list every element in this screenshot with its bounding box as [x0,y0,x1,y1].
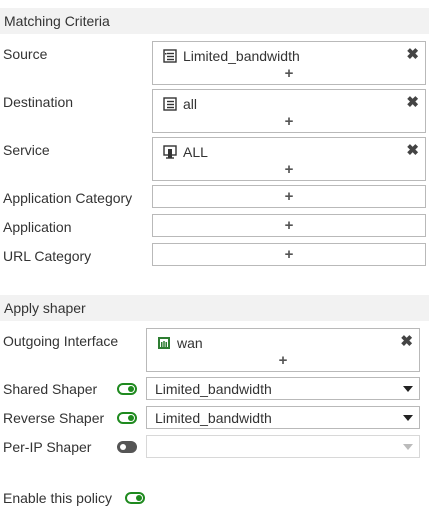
matching-criteria-header: Matching Criteria [0,8,429,34]
toggle-knob [120,444,126,450]
application-category-label: Application Category [3,190,133,206]
destination-field[interactable]: all ✖ + [152,89,426,133]
address-icon [163,97,177,111]
outgoing-interface-entry-label: wan [177,335,203,351]
application-label: Application [3,219,72,235]
add-destination-button[interactable]: + [153,114,425,129]
service-label: Service [3,142,50,158]
destination-entry: all [163,96,197,112]
add-outgoing-interface-button[interactable]: + [147,353,419,368]
service-entry: ALL [163,144,208,160]
enable-policy-toggle[interactable] [125,492,145,504]
url-category-field[interactable]: + [152,243,426,266]
enable-policy-label: Enable this policy [3,490,112,506]
add-source-button[interactable]: + [153,66,425,81]
application-field[interactable]: + [152,214,426,237]
service-field[interactable]: ALL ✖ + [152,137,426,181]
add-service-button[interactable]: + [153,162,425,177]
source-entry: Limited_bandwidth [163,48,300,64]
source-label: Source [3,46,48,62]
remove-source-icon[interactable]: ✖ [406,47,419,63]
add-url-category-button[interactable]: + [153,247,425,262]
url-category-label: URL Category [3,248,92,264]
outgoing-interface-label: Outgoing Interface [3,333,119,349]
apply-shaper-header: Apply shaper [0,295,429,321]
destination-label: Destination [3,94,74,110]
per-ip-shaper-select [146,435,420,458]
service-entry-label: ALL [183,144,208,160]
reverse-shaper-select[interactable]: Limited_bandwidth [146,406,420,429]
source-entry-label: Limited_bandwidth [183,48,300,64]
application-category-field[interactable]: + [152,185,426,208]
chevron-down-icon [403,386,413,392]
reverse-shaper-toggle[interactable] [117,412,137,424]
chevron-down-icon [403,444,413,450]
reverse-shaper-label: Reverse Shaper [3,410,105,426]
interface-icon [158,337,170,349]
remove-destination-icon[interactable]: ✖ [406,95,419,111]
remove-outgoing-interface-icon[interactable]: ✖ [400,334,413,350]
add-application-category-button[interactable]: + [153,189,425,204]
toggle-knob [128,386,134,392]
toggle-knob [128,415,134,421]
toggle-knob [136,495,142,501]
service-icon [163,145,177,159]
address-group-icon [163,49,177,63]
remove-service-icon[interactable]: ✖ [406,143,419,159]
add-application-button[interactable]: + [153,218,425,233]
outgoing-interface-entry: wan [157,335,203,351]
chevron-down-icon [403,415,413,421]
outgoing-interface-field[interactable]: wan ✖ + [146,328,420,372]
destination-entry-label: all [183,96,198,112]
reverse-shaper-value: Limited_bandwidth [155,410,272,426]
per-ip-shaper-toggle[interactable] [117,441,137,453]
per-ip-shaper-label: Per-IP Shaper [3,439,92,455]
shared-shaper-toggle[interactable] [117,383,137,395]
shared-shaper-select[interactable]: Limited_bandwidth [146,377,420,400]
shared-shaper-value: Limited_bandwidth [155,381,272,397]
source-field[interactable]: Limited_bandwidth ✖ + [152,41,426,85]
shared-shaper-label: Shared Shaper [3,381,98,397]
